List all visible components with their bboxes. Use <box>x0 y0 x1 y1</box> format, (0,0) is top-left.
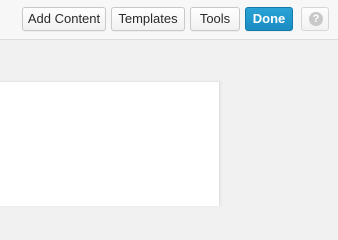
templates-button[interactable]: Templates <box>111 7 185 31</box>
editor-toolbar: Add Content Templates Tools Done ? <box>0 0 338 40</box>
done-button[interactable]: Done <box>245 7 293 31</box>
question-circle-icon: ? <box>309 12 323 26</box>
help-button[interactable]: ? <box>301 7 329 31</box>
tools-button[interactable]: Tools <box>190 7 240 31</box>
content-page[interactable] <box>0 81 220 206</box>
add-content-button[interactable]: Add Content <box>22 7 106 31</box>
